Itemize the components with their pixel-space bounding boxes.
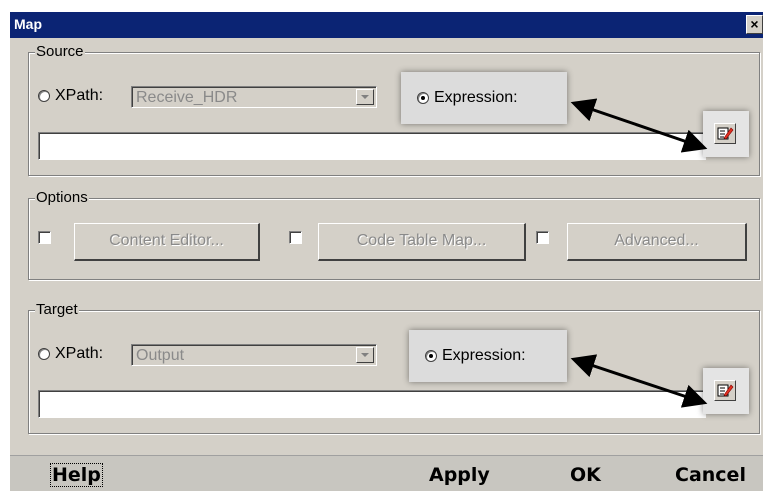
options-group: Options Content Editor... Code Table Map…	[28, 189, 760, 280]
dialog-title: Map	[14, 16, 42, 32]
target-xpath-value: Output	[136, 347, 185, 364]
source-group: Source XPath: Receive_HDR Expression:	[28, 43, 760, 176]
target-xpath-label: XPath:	[55, 345, 104, 362]
chevron-down-icon[interactable]	[356, 89, 374, 105]
target-expression-radio[interactable]: Expression:	[409, 330, 567, 382]
target-group: Target XPath: Output Expression:	[28, 301, 760, 434]
edit-expression-icon[interactable]	[714, 123, 736, 144]
target-xpath-select[interactable]: Output	[131, 344, 377, 366]
content-editor-button[interactable]: Content Editor...	[74, 223, 260, 261]
radio-selected-icon	[425, 350, 437, 362]
advanced-button[interactable]: Advanced...	[567, 223, 747, 261]
radio-icon	[38, 348, 50, 360]
advanced-checkbox[interactable]	[536, 231, 549, 244]
title-bar[interactable]: Map ×	[10, 12, 763, 38]
radio-icon	[38, 90, 50, 102]
code-table-map-checkbox[interactable]	[289, 231, 302, 244]
close-icon: ×	[750, 16, 759, 32]
content-editor-checkbox[interactable]	[38, 231, 51, 244]
source-xpath-value: Receive_HDR	[136, 89, 238, 106]
target-legend: Target	[35, 301, 79, 319]
source-xpath-label: XPath:	[55, 87, 104, 104]
target-xpath-radio[interactable]: XPath:	[38, 345, 103, 363]
help-button[interactable]: Help	[50, 463, 103, 487]
dialog-footer: Help Apply OK Cancel	[10, 455, 763, 491]
target-edit-expression-button[interactable]	[703, 368, 749, 414]
apply-button[interactable]: Apply	[429, 464, 490, 486]
close-button[interactable]: ×	[746, 15, 763, 34]
source-expression-input[interactable]	[38, 132, 706, 160]
source-edit-expression-button[interactable]	[703, 111, 749, 157]
source-xpath-select[interactable]: Receive_HDR	[131, 86, 377, 108]
chevron-down-icon[interactable]	[356, 347, 374, 363]
source-expression-radio[interactable]: Expression:	[401, 72, 567, 124]
source-legend: Source	[35, 43, 85, 61]
map-dialog: Map × Source XPath: Receive_HDR Expressi…	[10, 12, 763, 491]
source-expression-label: Expression:	[434, 89, 518, 106]
code-table-map-button[interactable]: Code Table Map...	[318, 223, 526, 261]
radio-selected-icon	[417, 92, 429, 104]
target-expression-input[interactable]	[38, 390, 706, 418]
cancel-button[interactable]: Cancel	[675, 464, 746, 486]
options-legend: Options	[35, 189, 89, 207]
source-xpath-radio[interactable]: XPath:	[38, 87, 103, 105]
ok-button[interactable]: OK	[570, 464, 601, 486]
target-expression-label: Expression:	[442, 347, 526, 364]
edit-expression-icon[interactable]	[714, 380, 736, 401]
